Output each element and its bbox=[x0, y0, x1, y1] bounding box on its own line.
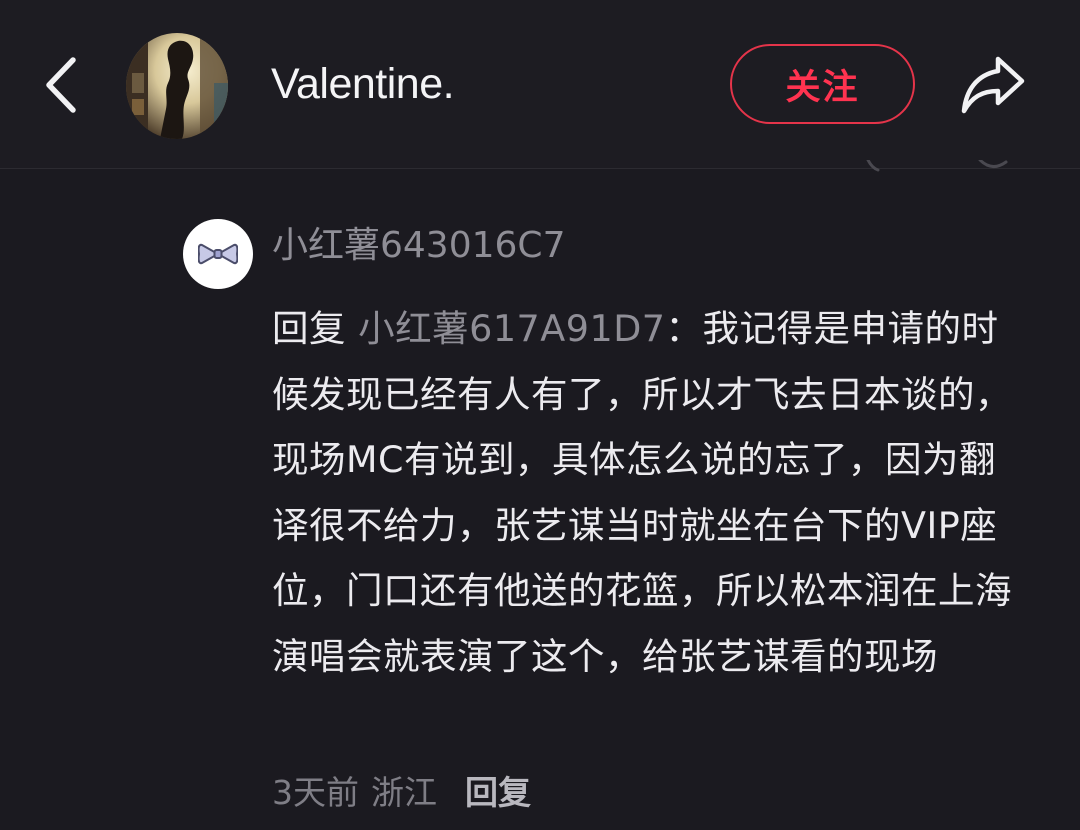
bow-icon bbox=[198, 243, 238, 265]
reply-button[interactable]: 回复 bbox=[465, 766, 531, 814]
comment-text[interactable]: 回复 小红薯617A91D7：我记得是申请的时候发现已经有人有了，所以才飞去日本… bbox=[272, 296, 1032, 689]
comment-meta: 3天前 浙江 回复 bbox=[272, 766, 531, 814]
comment-time: 3天前 bbox=[272, 773, 359, 812]
user-name[interactable]: Valentine. bbox=[271, 54, 455, 114]
share-arrow-icon bbox=[961, 56, 1025, 114]
partial-icons-edge bbox=[866, 160, 1008, 172]
comment-detail-screen: Valentine. 关注 小红薯643016C7 回复 小红薯617A91D7… bbox=[0, 0, 1080, 830]
comment-location: 浙江 bbox=[371, 773, 437, 812]
chevron-left-icon bbox=[46, 57, 76, 113]
reply-target-user[interactable]: 小红薯617A91D7 bbox=[358, 307, 665, 350]
comment-content: ：我记得是申请的时候发现已经有人有了，所以才飞去日本谈的，现场MC有说到，具体怎… bbox=[272, 307, 1012, 678]
avatar-image bbox=[126, 33, 228, 139]
top-bar: Valentine. 关注 bbox=[0, 0, 1080, 168]
follow-button[interactable]: 关注 bbox=[730, 44, 915, 124]
share-button[interactable] bbox=[950, 48, 1036, 122]
comment-author[interactable]: 小红薯643016C7 bbox=[272, 222, 565, 270]
avatar[interactable] bbox=[126, 33, 228, 139]
back-button[interactable] bbox=[30, 50, 92, 120]
reply-prefix: 回复 bbox=[272, 307, 359, 350]
commenter-avatar[interactable] bbox=[183, 219, 253, 289]
